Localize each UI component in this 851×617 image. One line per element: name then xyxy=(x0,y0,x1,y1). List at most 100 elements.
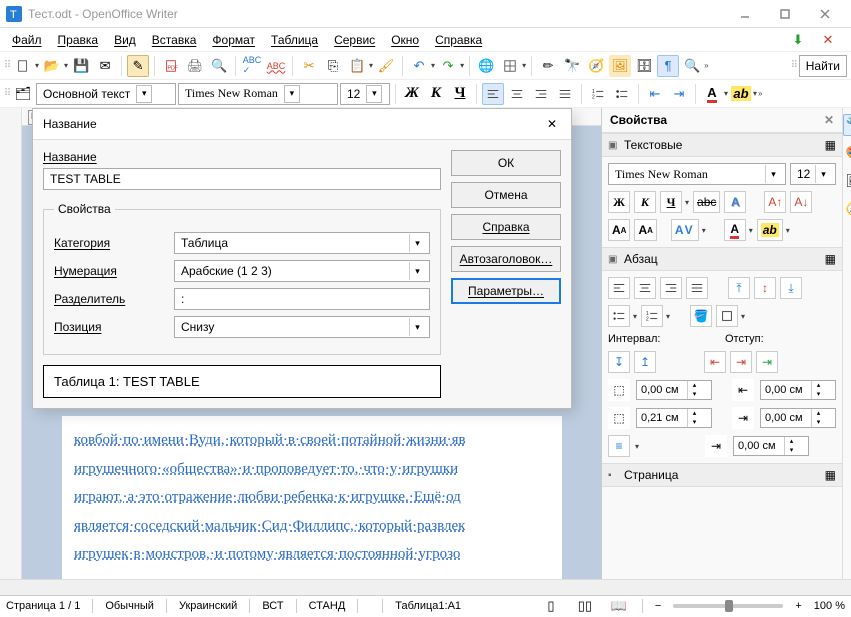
menu-table[interactable]: Таблица xyxy=(263,31,326,49)
pane-size-combo[interactable]: 12▾ xyxy=(790,163,836,185)
space-above-input[interactable]: ▴▾ xyxy=(636,380,712,400)
sidebar-tab-functions[interactable]: 🧭 xyxy=(843,198,851,220)
status-selection-mode[interactable]: СТАНД xyxy=(309,600,346,612)
section-menu-icon[interactable]: ▦ xyxy=(825,252,836,266)
align-justify-button[interactable] xyxy=(554,83,576,105)
pane-highlight-button[interactable]: ab xyxy=(757,219,783,241)
pane-align-justify-button[interactable] xyxy=(686,277,708,299)
view-book-icon[interactable]: 📖 xyxy=(608,595,630,617)
close-window-button[interactable] xyxy=(805,1,845,27)
format-paintbrush-button[interactable]: 🖌 xyxy=(375,55,397,77)
pane-font-color-button[interactable]: A xyxy=(724,219,746,241)
indent-inc-button[interactable]: ⇥ xyxy=(730,351,752,373)
print-button[interactable]: 🖨 xyxy=(184,55,206,77)
zoom-slider[interactable] xyxy=(673,604,783,608)
horizontal-scrollbar[interactable] xyxy=(0,579,851,595)
toolbar-grip[interactable]: ⠿ xyxy=(4,60,10,71)
edit-mode-button[interactable]: ✎ xyxy=(127,55,149,77)
view-single-page-icon[interactable]: ▯ xyxy=(540,595,562,617)
pane-align-center-button[interactable] xyxy=(634,277,656,299)
firstline-indent-button[interactable]: ⇥ xyxy=(756,351,778,373)
underline-button[interactable]: Ч xyxy=(449,83,471,105)
caption-name-input[interactable] xyxy=(43,168,441,190)
pane-close-icon[interactable]: ✕ xyxy=(824,113,834,127)
redo-button[interactable]: ↷ xyxy=(437,55,459,77)
maximize-button[interactable] xyxy=(765,1,805,27)
linespacing-button[interactable]: ≡ xyxy=(608,435,630,457)
dialog-ok-button[interactable]: ОК xyxy=(451,150,561,176)
pane-texttop-button[interactable]: ⤒ xyxy=(728,277,750,299)
print-preview-button[interactable]: 🔍 xyxy=(208,55,230,77)
email-button[interactable]: ✉ xyxy=(94,55,116,77)
pane-bgcolor-button[interactable]: 🪣 xyxy=(690,305,712,327)
status-language[interactable]: Украинский xyxy=(179,600,237,612)
firstline-indent-input[interactable]: ▴▾ xyxy=(733,436,809,456)
font-name-combo[interactable]: Times New Roman ▾ xyxy=(178,83,338,105)
italic-button[interactable]: К xyxy=(425,83,447,105)
zoom-value[interactable]: 100 % xyxy=(814,600,845,612)
separator-input[interactable] xyxy=(174,288,430,310)
navigator-button[interactable]: 🧭 xyxy=(585,55,607,77)
highlight-color-button[interactable]: ab xyxy=(730,83,752,105)
document-page[interactable]: ковбой·по·имени·Вуди,·который·в·своей·по… xyxy=(62,416,562,579)
autospell-button[interactable]: ABC xyxy=(265,55,287,77)
font-color-button[interactable]: A xyxy=(701,83,723,105)
pane-textbottom-button[interactable]: ⤓ xyxy=(780,277,802,299)
font-size-combo[interactable]: 12 ▾ xyxy=(340,83,390,105)
text-section-header[interactable]: ▣ Текстовые ▦ xyxy=(602,133,842,157)
paragraph-section-header[interactable]: ▣ Абзац ▦ xyxy=(602,247,842,271)
open-button[interactable]: 📂 xyxy=(41,55,63,77)
find-toolbar-input[interactable]: Найти xyxy=(799,55,847,77)
pane-shadow-button[interactable]: A xyxy=(724,191,746,213)
menu-file[interactable]: Файл xyxy=(4,31,50,49)
pane-strike-button[interactable]: abc xyxy=(693,191,720,213)
pane-char-spacing-button[interactable]: AV xyxy=(671,219,699,241)
status-insert-mode[interactable]: ВСТ xyxy=(262,600,283,612)
space-below-input[interactable]: ▴▾ xyxy=(636,408,712,428)
zoom-out-icon[interactable]: − xyxy=(655,600,661,612)
sidebar-tab-gallery[interactable]: 🎨 xyxy=(843,142,851,164)
copy-button[interactable]: ⎘ xyxy=(322,55,344,77)
menu-service[interactable]: Сервис xyxy=(326,31,383,49)
page-section-header[interactable]: ▪ Страница ▦ xyxy=(602,463,842,487)
download-icon[interactable]: ⬇ xyxy=(787,29,809,51)
zoom-button[interactable]: 🔍 xyxy=(681,55,703,77)
show-draw-button[interactable]: ✏ xyxy=(537,55,559,77)
category-combo[interactable]: Таблица▾ xyxy=(174,232,430,254)
dialog-help-button[interactable]: Справка xyxy=(451,214,561,240)
cut-button[interactable]: ✂ xyxy=(298,55,320,77)
pane-align-left-button[interactable] xyxy=(608,277,630,299)
styles-button[interactable]: 🗂 xyxy=(12,83,34,105)
pane-italic-button[interactable]: К xyxy=(634,191,656,213)
gallery-button[interactable]: 🖼 xyxy=(609,55,631,77)
dialog-titlebar[interactable]: Название ✕ xyxy=(33,126,571,140)
bullet-list-button[interactable] xyxy=(611,83,633,105)
pane-subscript-button[interactable]: AA xyxy=(634,219,656,241)
pane-bold-button[interactable]: Ж xyxy=(608,191,630,213)
menu-edit[interactable]: Правка xyxy=(50,31,107,49)
pane-font-combo[interactable]: Times New Roman▾ xyxy=(608,163,786,185)
pane-align-right-button[interactable] xyxy=(660,277,682,299)
nonprinting-button[interactable]: ¶ xyxy=(657,55,679,77)
increase-indent-button[interactable]: ⇥ xyxy=(668,83,690,105)
align-right-button[interactable] xyxy=(530,83,552,105)
dialog-cancel-button[interactable]: Отмена xyxy=(451,182,561,208)
status-style[interactable]: Обычный xyxy=(105,600,154,612)
section-menu-icon[interactable]: ▦ xyxy=(825,138,836,152)
menu-help[interactable]: Справка xyxy=(427,31,490,49)
datasources-button[interactable]: 🗄 xyxy=(633,55,655,77)
section-menu-icon[interactable]: ▦ xyxy=(825,468,836,482)
pane-grow-font-button[interactable]: A↑ xyxy=(764,191,786,213)
numbered-list-button[interactable]: 12 xyxy=(587,83,609,105)
hyperlink-button[interactable]: 🌐 xyxy=(475,55,497,77)
menu-format[interactable]: Формат xyxy=(204,31,263,49)
menu-insert[interactable]: Вставка xyxy=(144,31,205,49)
view-multipage-icon[interactable]: ▯▯ xyxy=(574,595,596,617)
pane-numbering-button[interactable]: 12 xyxy=(641,305,663,327)
pane-superscript-button[interactable]: AA xyxy=(608,219,630,241)
dialog-autocaption-button[interactable]: Автозаголовок… xyxy=(451,246,561,272)
insert-table-button[interactable] xyxy=(499,55,521,77)
pane-shrink-font-button[interactable]: A↓ xyxy=(790,191,812,213)
paste-button[interactable]: 📋 xyxy=(346,55,368,77)
indent-left-input[interactable]: ▴▾ xyxy=(760,380,836,400)
